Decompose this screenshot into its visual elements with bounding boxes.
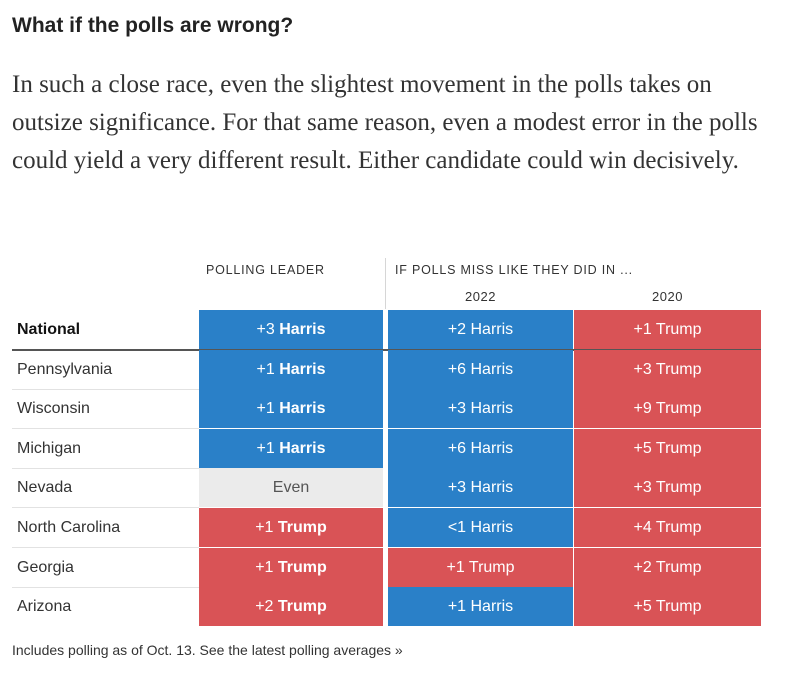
y2020-cell-north-carolina: +4 Trump: [574, 508, 761, 547]
header-2022: 2022: [465, 289, 496, 304]
state-name-wisconsin: Wisconsin: [17, 400, 90, 417]
y2020-cell-michigan: +5 Trump: [574, 429, 761, 468]
y2020-cell-arizona: +5 Trump: [574, 587, 761, 626]
leader-name: Trump: [277, 598, 327, 615]
leader-cell-wisconsin: +1 Harris: [199, 389, 383, 428]
leader-name: Harris: [279, 400, 326, 417]
y2022-cell-national: +2 Harris: [388, 310, 573, 349]
leader-margin: +3: [256, 321, 280, 338]
leader-margin: +1: [255, 559, 278, 576]
leader-cell-michigan: +1 Harris: [199, 429, 383, 468]
y2022-cell-georgia: +1 Trump: [388, 548, 573, 587]
state-name-michigan: Michigan: [17, 440, 82, 457]
leader-name: Harris: [279, 321, 326, 338]
leader-cell-arizona: +2 Trump: [199, 587, 383, 626]
state-name-north-carolina: North Carolina: [17, 519, 121, 536]
y2022-cell-wisconsin: +3 Harris: [388, 389, 573, 428]
state-name-nevada: Nevada: [17, 479, 73, 496]
leader-name: Harris: [279, 440, 326, 457]
y2020-cell-georgia: +2 Trump: [574, 548, 761, 587]
y2020-cell-nevada: +3 Trump: [574, 468, 761, 507]
leader-cell-north-carolina: +1 Trump: [199, 508, 383, 547]
leader-margin: +1: [255, 519, 278, 536]
y2020-cell-wisconsin: +9 Trump: [574, 389, 761, 428]
leader-margin: +2: [255, 598, 278, 615]
y2022-cell-pennsylvania: +6 Harris: [388, 350, 573, 389]
header-polling-leader: POLLING LEADER: [206, 263, 325, 277]
leader-cell-nevada: Even: [199, 468, 383, 507]
footnote-text: Includes polling as of Oct. 13. See the: [12, 642, 252, 658]
leader-name: Trump: [277, 519, 327, 536]
leader-margin: +1: [256, 440, 280, 457]
state-name-arizona: Arizona: [17, 598, 72, 615]
state-name-pennsylvania: Pennsylvania: [17, 361, 113, 378]
leader-cell-national: +3 Harris: [199, 310, 383, 349]
header-2020: 2020: [652, 289, 683, 304]
header-polls-miss: IF POLLS MISS LIKE THEY DID IN ...: [395, 263, 633, 277]
y2020-cell-pennsylvania: +3 Trump: [574, 350, 761, 389]
leader-name: Harris: [279, 361, 326, 378]
header-divider: [385, 258, 386, 309]
leader-cell-georgia: +1 Trump: [199, 548, 383, 587]
leader-name: Even: [272, 479, 310, 496]
y2020-cell-national: +1 Trump: [574, 310, 761, 349]
polling-table: POLLING LEADER IF POLLS MISS LIKE THEY D…: [0, 0, 801, 678]
footnote: Includes polling as of Oct. 13. See the …: [12, 642, 403, 658]
leader-margin: +1: [256, 361, 280, 378]
y2022-cell-north-carolina: <1 Harris: [388, 508, 573, 547]
state-name-georgia: Georgia: [17, 559, 74, 576]
polling-averages-link[interactable]: latest polling averages »: [252, 642, 403, 658]
state-name-national: National: [17, 321, 81, 338]
leader-margin: +1: [256, 400, 280, 417]
leader-cell-pennsylvania: +1 Harris: [199, 350, 383, 389]
y2022-cell-nevada: +3 Harris: [388, 468, 573, 507]
leader-name: Trump: [277, 559, 327, 576]
y2022-cell-michigan: +6 Harris: [388, 429, 573, 468]
y2022-cell-arizona: +1 Harris: [388, 587, 573, 626]
